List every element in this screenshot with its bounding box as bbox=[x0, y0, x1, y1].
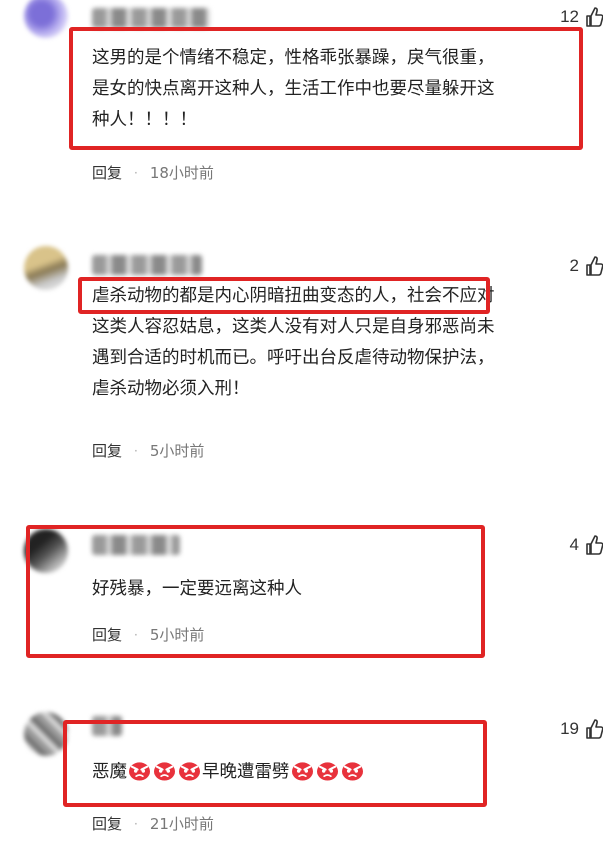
thumbs-up-icon bbox=[586, 7, 603, 27]
like-count: 12 bbox=[560, 7, 579, 26]
like-button[interactable]: 4 bbox=[570, 534, 603, 556]
like-count: 4 bbox=[569, 535, 579, 554]
comment-meta: 回复 · 5小时前 bbox=[92, 624, 204, 645]
reply-button[interactable]: 回复 bbox=[92, 624, 122, 645]
emoji-group bbox=[290, 762, 365, 782]
separator-dot: · bbox=[134, 627, 138, 642]
thumbs-up-icon bbox=[586, 256, 603, 276]
like-count: 2 bbox=[569, 256, 579, 275]
username[interactable] bbox=[92, 535, 180, 555]
comment-text: 好残暴，一定要远离这种人 bbox=[92, 579, 302, 599]
separator-dot: · bbox=[134, 165, 138, 180]
emoji-group bbox=[127, 762, 202, 782]
comment-list: 12 这男的是个情绪不稳定，性格乖张暴躁，戾气很重， 是女的快点离开这种人，生活… bbox=[0, 0, 603, 862]
avatar[interactable] bbox=[24, 712, 68, 756]
thumbs-up-icon bbox=[586, 719, 603, 739]
comment-meta: 回复 · 5小时前 bbox=[92, 440, 204, 461]
comment-text: 恶魔 早晚遭雷劈 bbox=[92, 757, 597, 788]
separator-dot: · bbox=[134, 816, 138, 831]
reply-button[interactable]: 回复 bbox=[92, 162, 122, 183]
comment-meta: 回复 · 18小时前 bbox=[92, 162, 214, 183]
angry-face-emoji-icon bbox=[129, 762, 150, 781]
reply-button[interactable]: 回复 bbox=[92, 813, 122, 834]
angry-face-emoji-icon bbox=[316, 762, 338, 781]
username[interactable] bbox=[92, 255, 202, 275]
like-count: 19 bbox=[560, 719, 579, 738]
comment-text: 虐杀动物的都是内心阴暗扭曲变态的人，社会不应对 这类人容忍姑息，这类人没有对人只… bbox=[92, 286, 495, 399]
angry-face-emoji-icon bbox=[341, 762, 363, 781]
like-button[interactable]: 12 bbox=[560, 6, 603, 28]
timestamp: 21小时前 bbox=[149, 815, 214, 833]
separator-dot: · bbox=[134, 443, 138, 458]
angry-face-emoji-icon bbox=[154, 762, 175, 781]
avatar[interactable] bbox=[24, 246, 68, 290]
angry-face-emoji-icon bbox=[291, 762, 313, 781]
like-button[interactable]: 2 bbox=[570, 255, 603, 277]
like-button[interactable]: 19 bbox=[560, 718, 603, 740]
timestamp: 5小时前 bbox=[149, 442, 205, 460]
username[interactable] bbox=[92, 8, 210, 28]
username[interactable] bbox=[92, 716, 122, 736]
comment-meta: 回复 · 21小时前 bbox=[92, 813, 214, 834]
comment-text-part: 早晚遭雷劈 bbox=[202, 762, 290, 782]
timestamp: 5小时前 bbox=[149, 626, 205, 644]
timestamp: 18小时前 bbox=[149, 164, 214, 182]
avatar[interactable] bbox=[24, 0, 68, 38]
angry-face-emoji-icon bbox=[179, 762, 200, 781]
comment-text-part: 恶魔 bbox=[92, 762, 127, 782]
thumbs-up-icon bbox=[586, 535, 603, 555]
reply-button[interactable]: 回复 bbox=[92, 440, 122, 461]
comment-text: 这男的是个情绪不稳定，性格乖张暴躁，戾气很重， 是女的快点离开这种人，生活工作中… bbox=[92, 48, 495, 130]
avatar[interactable] bbox=[24, 529, 68, 573]
